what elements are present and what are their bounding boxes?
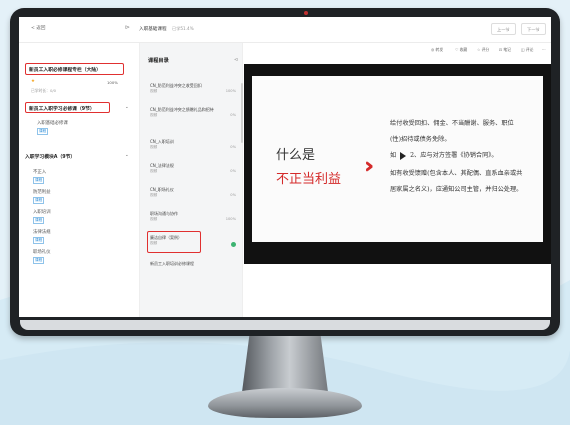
section-item[interactable]: 职场礼仪 [33, 249, 51, 255]
back-link[interactable]: < 返回 [31, 25, 46, 31]
screen: < 返回 ⊳ 入职基础课程 已学51.4% 上一节 下一节 新员工入职必修课程专… [19, 17, 551, 317]
rate-button[interactable]: ☆ 评分 [477, 47, 489, 53]
section-item[interactable]: 防范利益 [33, 189, 51, 195]
course-title: 入职基础课程 [139, 27, 167, 32]
monitor-frame: < 返回 ⊳ 入职基础课程 已学51.4% 上一节 下一节 新员工入职必修课程专… [10, 8, 560, 336]
module-tag: 课程 [37, 128, 49, 135]
comment-button[interactable]: ◫ 评论 [521, 47, 533, 53]
chapter-percent: 0% [230, 112, 236, 117]
section-item[interactable]: 法律法规 [33, 229, 51, 235]
scrollbar[interactable] [241, 83, 243, 143]
chapter-item[interactable]: CN_防范利益冲突之收受回扣 视频 100% [150, 83, 236, 95]
chapter-item[interactable]: 职场沟通与协作 视频 100% [150, 211, 236, 223]
program-title[interactable]: 新员工入职必修课程专栏（大陆） [29, 66, 101, 73]
slide-line-suffix: 2、应与对方签署《协销合同》。 [410, 152, 498, 159]
course-progress: 已学51.4% [172, 26, 194, 31]
chapter-type: 视频 [150, 144, 158, 149]
chapter-header: 课程目录 [148, 58, 169, 64]
section-item-tag: 课程 [33, 177, 45, 184]
chapter-item-active[interactable]: 廉洁自律（案例） 视频 [150, 235, 236, 247]
chapter-type: 视频 [150, 168, 158, 173]
favorite-button[interactable]: ♡ 收藏 [455, 47, 467, 53]
prev-button[interactable]: 上一节 [491, 23, 516, 35]
chapter-item[interactable]: CN_职场礼仪 视频 0% [150, 187, 236, 199]
slide-line: 如有收受馈赠(包含本人、其配偶、直系血亲或共 [390, 170, 523, 177]
chapter-percent: 0% [230, 168, 236, 173]
top-bar: < 返回 ⊳ 入职基础课程 已学51.4% 上一节 下一节 [19, 17, 551, 43]
chapter-item[interactable]: CN_防范利益冲突之馈赠礼品和招待 视频 0% [150, 107, 236, 119]
chapter-percent: 0% [230, 192, 236, 197]
slide-line-prefix: 如 [390, 152, 397, 159]
left-panel: 新员工入职必修课程专栏（大陆） ★ 100% 已学时长：0/0 新员工入职学习必… [19, 43, 139, 317]
section-item-tag: 课程 [33, 237, 45, 244]
section-item-tag: 课程 [33, 197, 45, 204]
stage-title[interactable]: 新员工入职学习必修课（9节） [29, 105, 95, 112]
star-icon: ★ [31, 79, 35, 84]
section-item[interactable]: 入职培训 [33, 209, 51, 215]
monitor-chin [20, 320, 550, 330]
slide-heading-bottom: 不正当利益 [276, 172, 342, 187]
note-button[interactable]: ⊡ 笔记 [499, 47, 511, 53]
share-button[interactable]: ◎ 转发 [431, 47, 443, 53]
completed-dot-icon [231, 241, 236, 247]
slide-content: 什么是 不正当利益 ›› 给付收受回扣、佣金、不当酬谢、服务、职位 (性)招待或… [252, 76, 543, 242]
video-toolbar: ◎ 转发 ♡ 收藏 ☆ 评分 ⊡ 笔记 ◫ 评论 ⋯ [243, 43, 551, 57]
chapter-panel: 课程目录 ⊲ CN_防范利益冲突之收受回扣 视频 100% CN_防范利益冲突之馈… [139, 43, 243, 317]
slide-heading-top: 什么是 [276, 148, 316, 163]
section-header[interactable]: 入职学习模块A（9节） [25, 153, 75, 160]
slide-line: 如 2、应与对方签署《协销合同》。 [390, 150, 498, 160]
chapter-type: 视频 [150, 240, 158, 245]
chapter-percent: 100% [225, 88, 236, 93]
double-chevron-right-icon: ›› [364, 154, 375, 179]
chapter-percent: 0% [230, 144, 236, 149]
monitor-stand-base [208, 388, 362, 418]
sidebar-toggle-icon[interactable]: ⊳ [125, 24, 130, 31]
section-item-tag: 课程 [33, 257, 45, 264]
play-icon[interactable] [400, 151, 407, 160]
chapter-type: 视频 [150, 112, 158, 117]
chapter-type: 视频 [150, 88, 158, 93]
module-item[interactable]: 入职基础必修课 [37, 120, 68, 126]
chevron-down-icon[interactable]: ⌄ [125, 105, 129, 110]
progress-percent: 100% [107, 80, 118, 85]
camera-indicator [304, 11, 308, 15]
study-time: 已学时长：0/0 [31, 88, 57, 93]
chapter-percent: 100% [225, 216, 236, 221]
section-item[interactable]: 不正入 [33, 169, 46, 175]
chapter-item[interactable]: 新员工入职培训必修课程 [150, 261, 236, 267]
chevron-down-icon[interactable]: ⌄ [125, 153, 129, 158]
section-item-tag: 课程 [33, 217, 45, 224]
chapter-type: 视频 [150, 192, 158, 197]
collapse-icon[interactable]: ⊲ [234, 57, 238, 63]
chapter-item[interactable]: CN_入职培训 视频 0% [150, 139, 236, 151]
slide-line: (性)招待或债务免除。 [390, 136, 451, 143]
slide-line: 给付收受回扣、佣金、不当酬谢、服务、职位 [390, 120, 514, 127]
video-player[interactable]: 什么是 不正当利益 ›› 给付收受回扣、佣金、不当酬谢、服务、职位 (性)招待或… [244, 64, 551, 264]
chapter-item[interactable]: CN_法律法规 视频 0% [150, 163, 236, 175]
chapter-title: 新员工入职培训必修课程 [150, 261, 194, 266]
monitor-stand-neck [241, 336, 329, 394]
next-button[interactable]: 下一节 [521, 23, 546, 35]
more-icon[interactable]: ⋯ [542, 47, 546, 52]
chapter-type: 视频 [150, 216, 158, 221]
slide-line: 居家属之名义)，应通知公司主管，并归公处理。 [390, 186, 523, 193]
